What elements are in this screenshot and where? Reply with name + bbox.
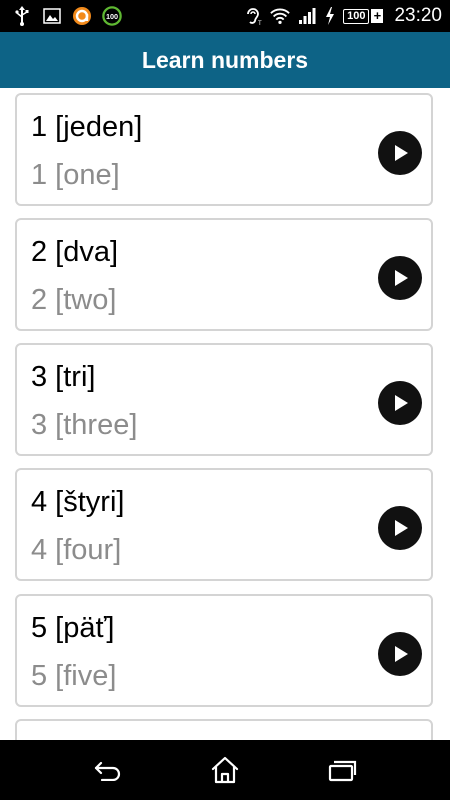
english-text: 3 [three] — [31, 409, 138, 441]
play-icon — [395, 520, 408, 536]
play-button[interactable] — [378, 256, 422, 300]
svg-text:T: T — [258, 21, 262, 26]
battery-plus-icon: + — [371, 9, 384, 23]
status-left: 100 — [12, 6, 122, 26]
status-bar: 100 T 100 + 23:20 — [0, 0, 450, 32]
play-button[interactable] — [378, 381, 422, 425]
wifi-icon — [270, 6, 290, 26]
list-item[interactable]: 1 [jeden] 1 [one] — [15, 93, 433, 206]
recent-apps-button[interactable] — [317, 750, 367, 790]
list-item[interactable]: 5 [päť] 5 [five] — [15, 594, 433, 707]
home-icon — [211, 756, 239, 784]
badge-100-icon: 100 — [102, 6, 122, 26]
english-text: 5 [five] — [31, 660, 117, 692]
back-button[interactable] — [83, 750, 133, 790]
avast-icon — [72, 6, 92, 26]
battery-icon: 100 + — [343, 8, 384, 24]
play-button[interactable] — [378, 131, 422, 175]
native-text: 2 [dva] — [31, 236, 119, 268]
page-title: Learn numbers — [141, 46, 309, 73]
english-text: 4 [four] — [31, 534, 122, 566]
list-item[interactable]: 2 [dva] 2 [two] — [15, 218, 433, 331]
native-text: 5 [päť] — [31, 612, 115, 644]
play-icon — [395, 145, 408, 161]
badge-100-label: 100 — [106, 12, 118, 21]
navigation-bar — [0, 740, 450, 800]
charging-icon — [324, 6, 336, 26]
battery-level: 100 — [343, 8, 370, 24]
recent-apps-icon — [328, 760, 356, 782]
native-text: 1 [jeden] — [31, 111, 143, 143]
play-icon — [395, 646, 408, 662]
play-icon — [395, 395, 408, 411]
status-time: 23:20 — [394, 5, 442, 26]
signal-icon — [297, 6, 317, 26]
home-button[interactable] — [200, 750, 250, 790]
play-button[interactable] — [378, 632, 422, 676]
list-item[interactable]: 3 [tri] 3 [three] — [15, 343, 433, 456]
native-text: 4 [štyri] — [31, 486, 125, 518]
status-right: T 100 + 23:20 — [243, 5, 442, 27]
list-item[interactable]: 4 [štyri] 4 [four] — [15, 468, 433, 581]
numbers-list[interactable]: 1 [jeden] 1 [one] 2 [dva] 2 [two] 3 [tri… — [0, 88, 450, 740]
usb-icon — [12, 6, 32, 26]
native-text: 3 [tri] — [31, 361, 96, 393]
hearing-aid-icon: T — [243, 6, 263, 26]
back-icon — [95, 761, 121, 781]
play-button[interactable] — [378, 506, 422, 550]
english-text: 2 [two] — [31, 284, 117, 316]
screen: 100 T 100 + 23:20 Learn numbers 1 [jeden… — [0, 0, 450, 800]
list-item[interactable] — [15, 719, 433, 740]
english-text: 1 [one] — [31, 159, 120, 191]
image-icon — [42, 6, 62, 26]
play-icon — [395, 270, 408, 286]
app-bar: Learn numbers — [0, 32, 450, 88]
